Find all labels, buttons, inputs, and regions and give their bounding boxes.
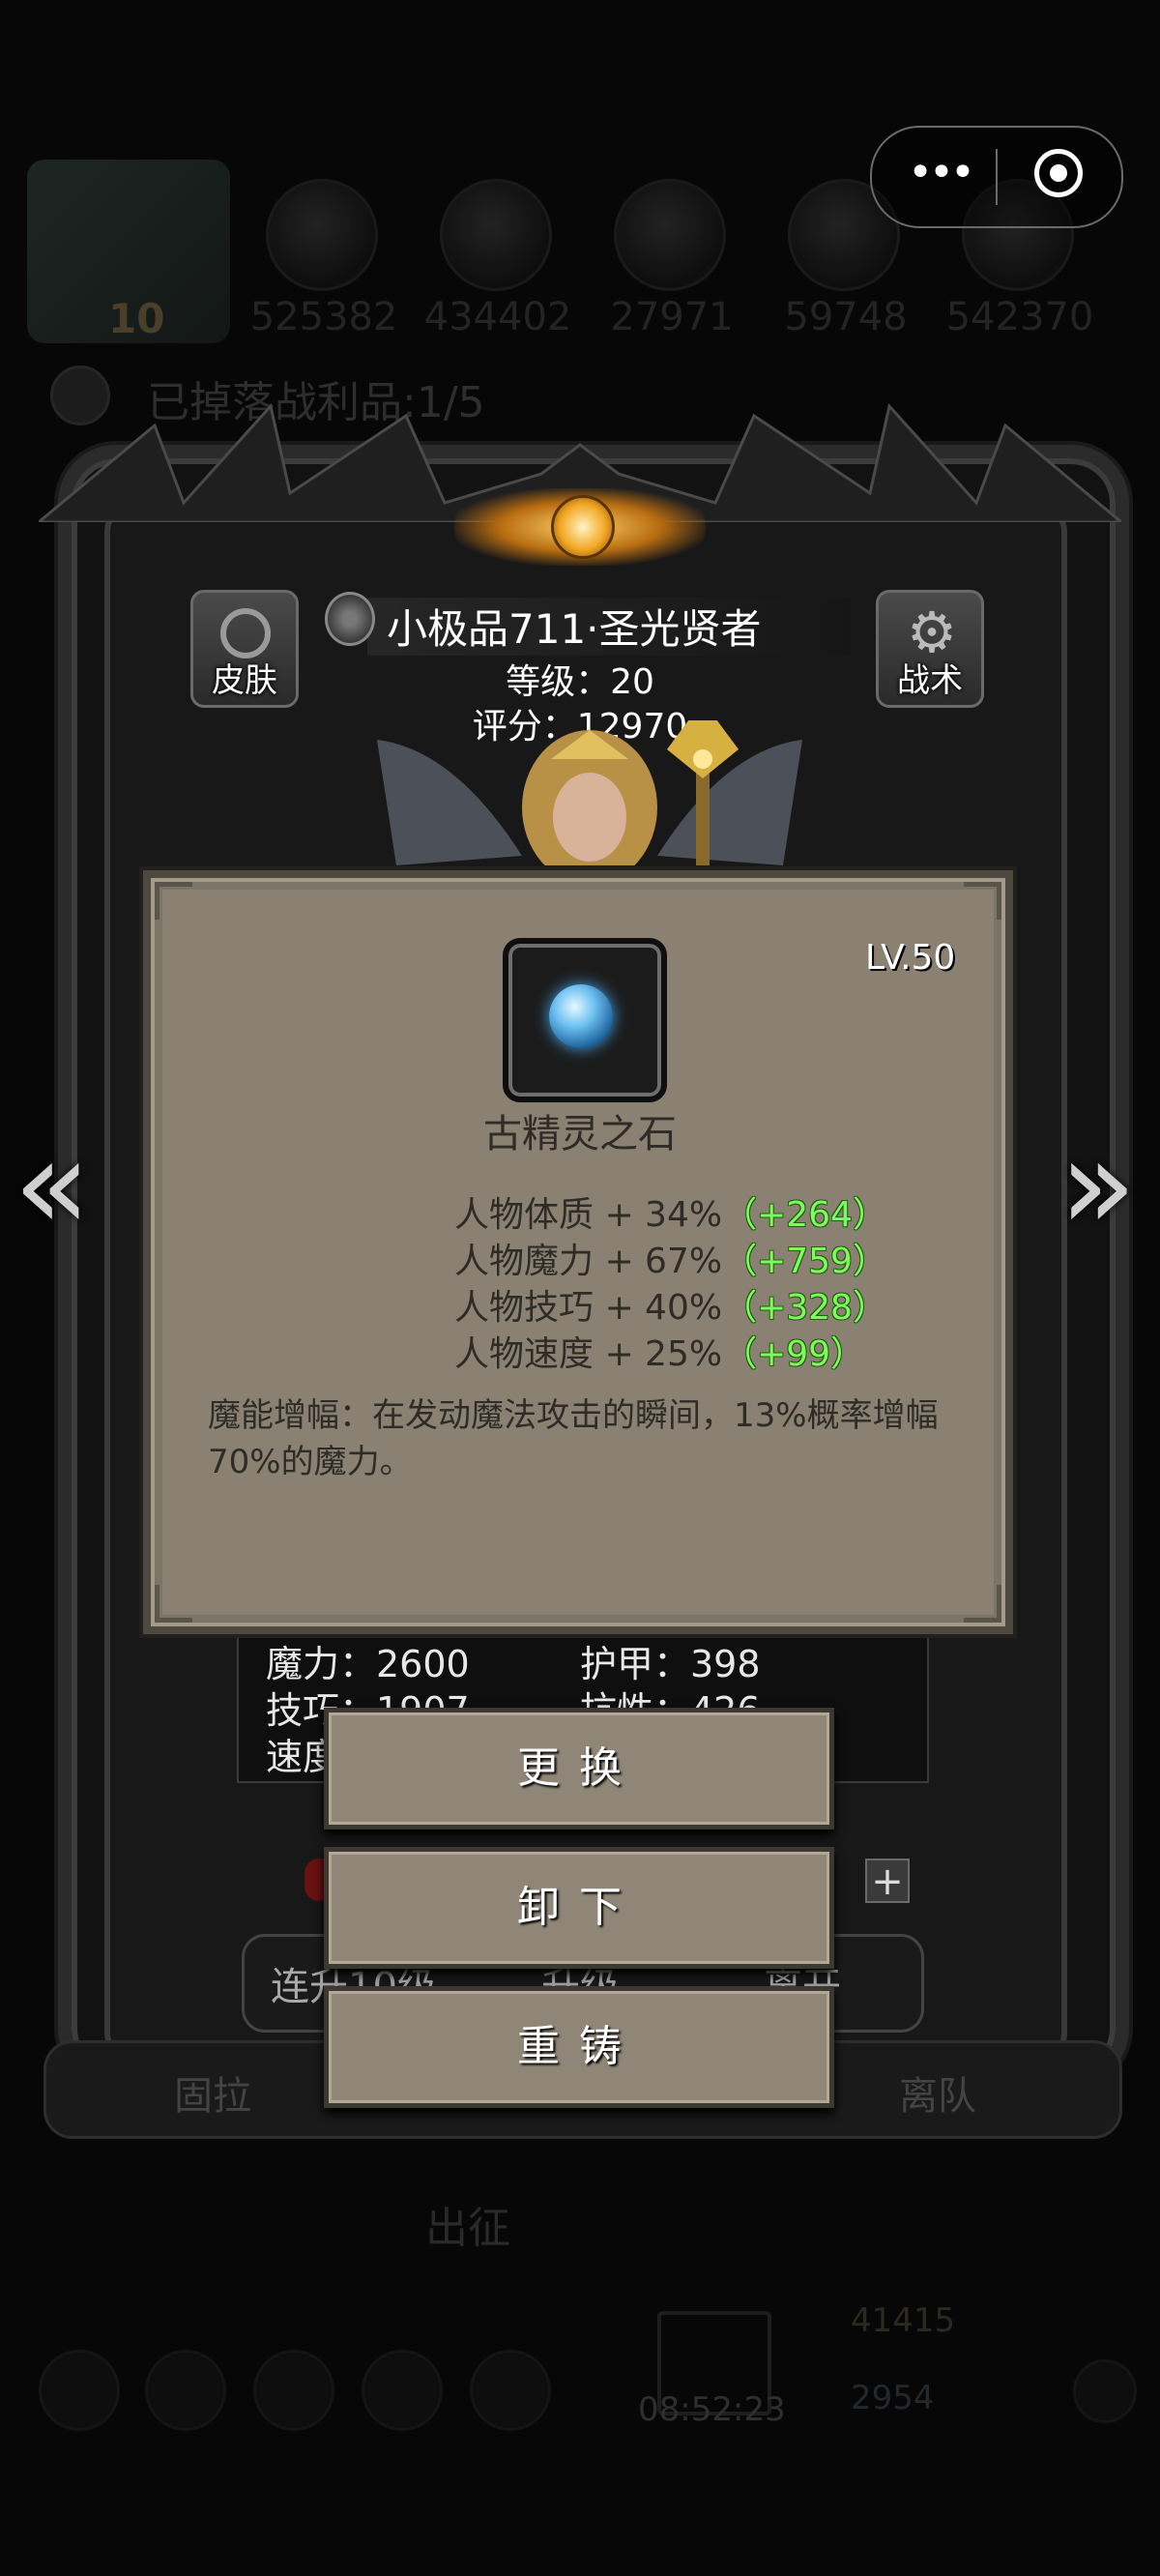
replace-label: 更换: [517, 1743, 641, 1793]
bottom-menu: [0, 2321, 1160, 2475]
menu-circle-icon: [253, 2350, 334, 2431]
hero-portrait: [377, 720, 802, 865]
gold-count: 41415: [851, 2301, 956, 2340]
tooltip-corner: [964, 882, 1001, 920]
resource-orb-icon: [440, 179, 552, 291]
item-description: 魔能增幅：在发动魔法攻击的瞬间，13%概率增幅70%的魔力。: [208, 1396, 939, 1481]
reforge-button[interactable]: 重铸: [324, 1986, 834, 2108]
stat-magic: 魔力：2600: [266, 1643, 470, 1685]
menu-circle-icon: [1073, 2359, 1137, 2423]
gem-count: 2954: [851, 2379, 935, 2417]
menu-circle-icon: [145, 2350, 226, 2431]
attribute-bonus: （+759）: [722, 1242, 887, 1281]
attribute-text: 人物魔力 + 67%: [454, 1242, 723, 1281]
tooltip-corner: [155, 882, 192, 920]
attribute-text: 人物技巧 + 40%: [454, 1288, 723, 1328]
bottom-left-label: 固拉: [174, 2074, 251, 2119]
attribute-bonus: （+99）: [722, 1334, 866, 1374]
resource-value: 59748: [784, 295, 908, 339]
resource-orb-icon: [266, 179, 378, 291]
attribute-bonus: （+264）: [722, 1195, 887, 1235]
menu-circle-icon: [362, 2350, 443, 2431]
gear-icon: ⚙: [907, 600, 957, 665]
unequip-label: 卸下: [517, 1883, 641, 1932]
crest-gem-icon: [551, 495, 615, 559]
hero-level: 等级：20: [506, 662, 654, 702]
attribute-bonus: （+328）: [722, 1288, 887, 1328]
attribute-text: 人物速度 + 25%: [454, 1334, 723, 1374]
elf-stone-icon: [549, 984, 613, 1048]
more-icon[interactable]: •••: [901, 145, 978, 205]
menu-circle-icon: [39, 2350, 120, 2431]
resource-value: 27971: [610, 295, 734, 339]
item-attribute: 人物魔力 + 67%（+759）: [454, 1233, 887, 1283]
resource-value: 525382: [249, 295, 398, 339]
menu-circle-icon: [470, 2350, 551, 2431]
stat-armor: 护甲：398: [580, 1643, 761, 1685]
tooltip-corner: [964, 1585, 1001, 1623]
deploy-label: 出征: [425, 2204, 510, 2253]
unequip-button[interactable]: 卸下: [324, 1847, 834, 1969]
hero-name: 小极品711·圣光贤者: [387, 605, 762, 653]
item-name: 古精灵之石: [483, 1112, 677, 1156]
bottom-right-label: 离队: [899, 2074, 976, 2119]
item-attribute: 人物体质 + 34%（+264）: [454, 1186, 887, 1237]
item-level: LV.50: [865, 938, 956, 978]
tooltip-corner: [155, 1585, 192, 1623]
item-attribute: 人物速度 + 25%（+99）: [454, 1326, 865, 1376]
add-exp-button[interactable]: +: [865, 1859, 910, 1903]
miniprogram-capsule: •••: [870, 126, 1123, 228]
replace-button[interactable]: 更换: [324, 1708, 834, 1830]
resource-value: 542370: [945, 295, 1094, 339]
resource-value: 434402: [423, 295, 572, 339]
resource-orb-icon: [614, 179, 726, 291]
close-target-icon[interactable]: [1034, 149, 1083, 197]
gift-timer: 08:52:23: [638, 2390, 786, 2429]
attribute-text: 人物体质 + 34%: [454, 1195, 723, 1235]
shirt-icon: [220, 608, 271, 659]
item-attribute: 人物技巧 + 40%（+328）: [454, 1279, 887, 1330]
reforge-label: 重铸: [517, 2022, 641, 2071]
capsule-divider: [996, 149, 998, 205]
rank-badge-icon: [325, 592, 375, 646]
